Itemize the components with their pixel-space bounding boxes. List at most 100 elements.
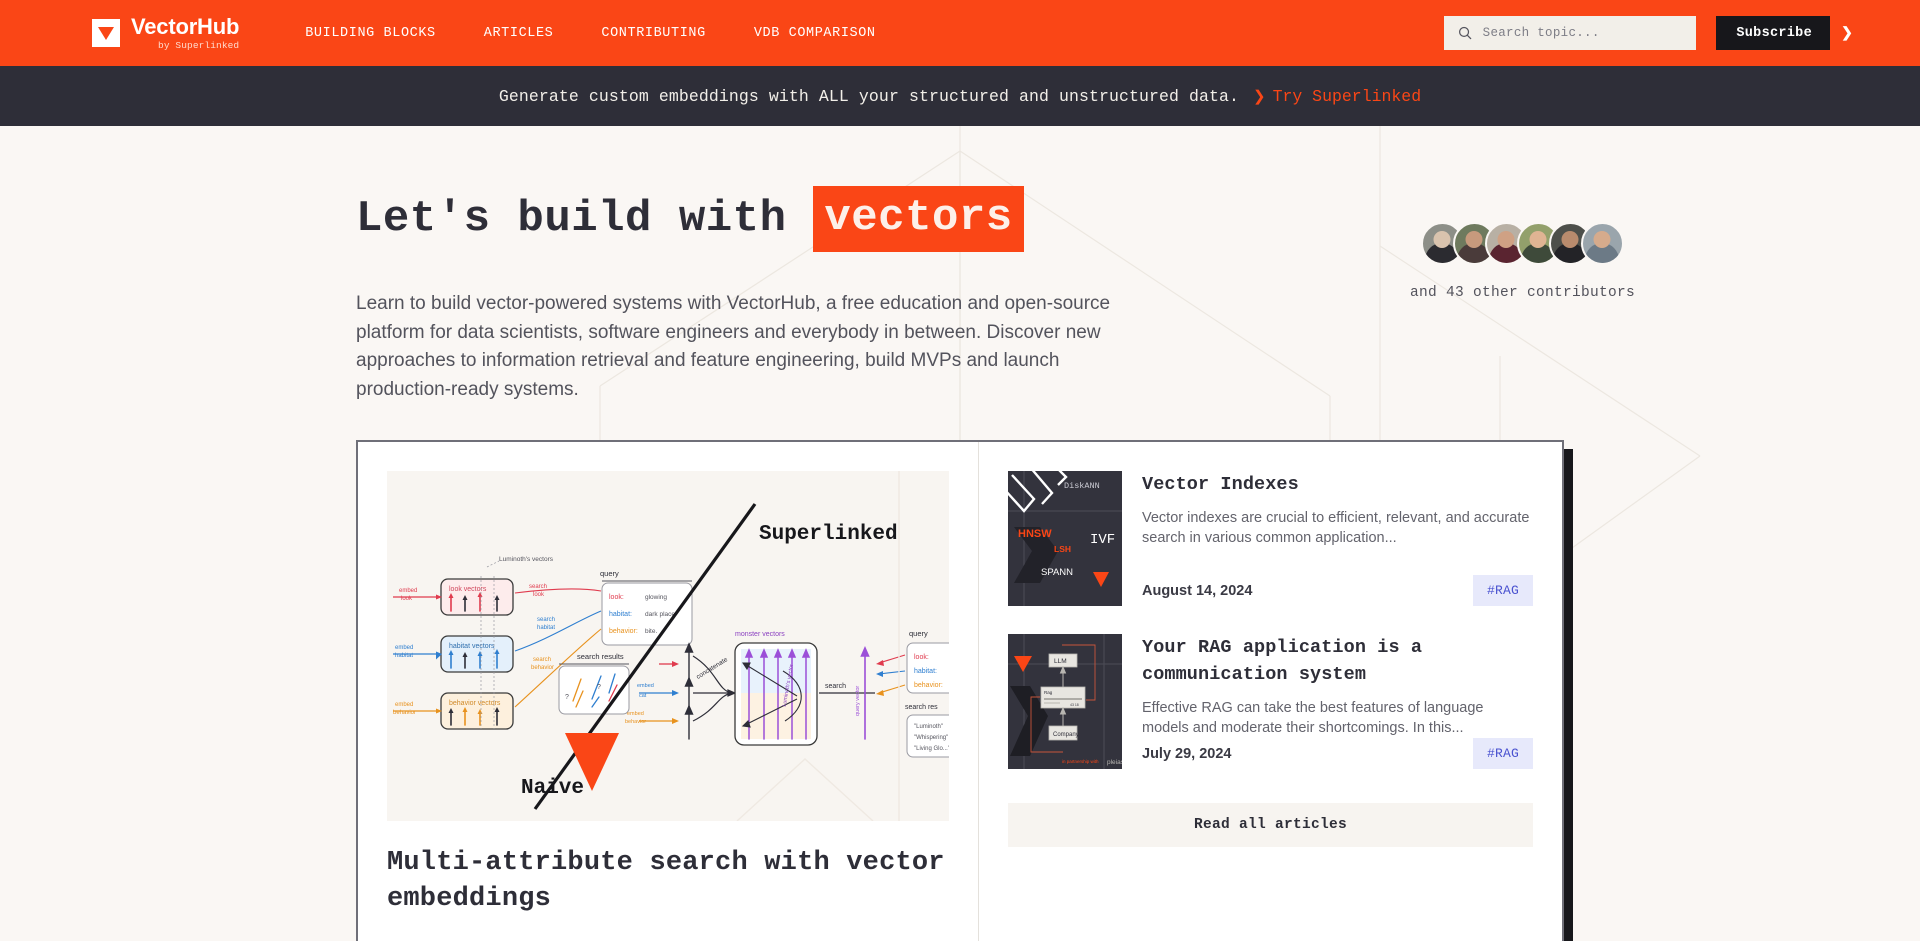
svg-text:embed: embed — [627, 711, 644, 717]
svg-text:Luminoth's vectors: Luminoth's vectors — [499, 556, 554, 563]
svg-text:Superlinked: Superlinked — [759, 523, 898, 546]
hero-title-prefix: Let's build with — [356, 194, 814, 244]
svg-text:glowing: glowing — [645, 594, 667, 601]
article-date: July 29, 2024 — [1142, 745, 1232, 762]
svg-text:Company: Company — [1053, 732, 1079, 738]
svg-text:IVF: IVF — [1090, 532, 1115, 548]
svg-text:?: ? — [597, 684, 601, 691]
svg-text:embed: embed — [399, 588, 417, 594]
svg-text:behavior vectors: behavior vectors — [449, 700, 501, 707]
logo-title: VectorHub — [131, 13, 240, 39]
subscribe-button[interactable]: Subscribe ❯ — [1716, 16, 1864, 50]
svg-text:pleias: pleias — [1107, 759, 1122, 766]
nav-item-building-blocks[interactable]: BUILDING BLOCKS — [305, 26, 436, 41]
contributors-block: and 43 other contributors — [1410, 186, 1635, 404]
svg-text:embed: embed — [395, 645, 413, 651]
svg-text:behavior: behavior — [625, 719, 646, 725]
svg-text:query vector: query vector — [855, 686, 861, 716]
chevron-right-icon: ❯ — [1253, 88, 1266, 106]
svg-text:DiskANN: DiskANN — [1064, 481, 1100, 491]
contributor-avatars — [1420, 222, 1624, 265]
svg-text:Rag: Rag — [1044, 690, 1053, 695]
svg-text:query: query — [909, 629, 928, 638]
avatar[interactable] — [1580, 222, 1624, 265]
article-list: DiskANN HNSW LSH IVF SPANN Vector Indexe… — [978, 442, 1562, 941]
svg-text:look: look — [533, 592, 545, 598]
main-navigation: BUILDING BLOCKS ARTICLES CONTRIBUTING VD… — [305, 26, 875, 41]
svg-text:embed: embed — [395, 702, 413, 708]
hero-section: Let's build with vectors Learn to build … — [0, 126, 1920, 404]
read-all-articles-label: Read all articles — [1193, 817, 1348, 833]
read-all-articles-button[interactable]: Read all articles — [1008, 803, 1533, 847]
article-title[interactable]: Vector Indexes — [1142, 471, 1533, 498]
logo[interactable]: VectorHub by Superlinked — [92, 13, 240, 51]
svg-text:behavior: behavior — [531, 665, 554, 671]
svg-text:"Whispering": "Whispering" — [914, 735, 948, 741]
svg-text:habitat vectors: habitat vectors — [449, 643, 495, 650]
svg-text:"Luminoth": "Luminoth" — [914, 724, 943, 730]
search-input[interactable] — [1482, 26, 1683, 40]
svg-text:behavior:: behavior: — [609, 628, 638, 635]
page-body: Let's build with vectors Learn to build … — [0, 126, 1920, 941]
articles-card: look vectors habitat vectors behavior ve… — [356, 440, 1564, 941]
svg-text:look:: look: — [609, 594, 624, 601]
article-title[interactable]: Your RAG application is a communication … — [1142, 634, 1533, 688]
hero-title-highlight: vectors — [813, 186, 1024, 252]
search-box[interactable] — [1444, 16, 1697, 50]
svg-text:SPANN: SPANN — [1041, 567, 1073, 578]
svg-text:embed: embed — [637, 683, 654, 689]
svg-text:look:: look: — [914, 654, 929, 661]
hero-paragraph: Learn to build vector-powered systems wi… — [356, 293, 1111, 400]
chevron-right-icon: ❯ — [1830, 16, 1864, 50]
promo-banner-cta-label: Try Superlinked — [1272, 86, 1422, 106]
svg-text:habitat: habitat — [395, 653, 413, 659]
articles-card-wrapper: look vectors habitat vectors behavior ve… — [356, 440, 1573, 941]
contributors-count-label: and 43 other contributors — [1409, 285, 1635, 301]
article-thumbnail: DiskANN HNSW LSH IVF SPANN — [1008, 471, 1122, 606]
svg-text:monster vectors: monster vectors — [735, 631, 785, 638]
article-tag[interactable]: #RAG — [1472, 575, 1533, 606]
article-excerpt: Vector indexes are crucial to efficient,… — [1142, 510, 1530, 546]
nav-item-vdb-comparison[interactable]: VDB COMPARISON — [754, 26, 876, 41]
svg-text:habitat: habitat — [537, 625, 555, 631]
list-item[interactable]: DiskANN HNSW LSH IVF SPANN Vector Indexe… — [1008, 471, 1533, 606]
svg-text:43 18: 43 18 — [1070, 703, 1079, 707]
featured-article-title[interactable]: Multi-attribute search with vector embed… — [387, 845, 949, 917]
svg-text:in partnership with: in partnership with — [1062, 759, 1099, 764]
list-item[interactable]: LLM Rag 43 18 Company in partnership wit… — [1008, 634, 1533, 769]
site-header: VectorHub by Superlinked BUILDING BLOCKS… — [0, 0, 1920, 66]
svg-text:cat: cat — [639, 693, 647, 699]
svg-text:search res: search res — [905, 704, 938, 711]
svg-text:"Living Glo...": "Living Glo..." — [914, 746, 949, 752]
promo-banner-text: Generate custom embeddings with ALL your… — [498, 86, 1239, 106]
subscribe-label: Subscribe — [1736, 25, 1812, 41]
featured-article-image: look vectors habitat vectors behavior ve… — [387, 471, 949, 821]
article-excerpt: Effective RAG can take the best features… — [1142, 700, 1484, 736]
svg-text:HNSW: HNSW — [1018, 528, 1052, 540]
svg-text:?: ? — [565, 694, 569, 701]
svg-text:Naive: Naive — [521, 777, 584, 800]
nav-item-contributing[interactable]: CONTRIBUTING — [601, 26, 705, 41]
svg-text:look: look — [401, 596, 413, 602]
page-title: Let's build with vectors — [356, 186, 1176, 252]
logo-subtitle: by Superlinked — [158, 39, 240, 51]
svg-text:query: query — [600, 569, 619, 578]
featured-article[interactable]: look vectors habitat vectors behavior ve… — [358, 442, 978, 941]
svg-text:dark place: dark place — [645, 611, 675, 618]
svg-text:LLM: LLM — [1054, 658, 1067, 665]
svg-text:search: search — [537, 617, 555, 623]
article-thumbnail: LLM Rag 43 18 Company in partnership wit… — [1008, 634, 1122, 769]
article-tag[interactable]: #RAG — [1472, 738, 1533, 769]
search-icon — [1459, 26, 1472, 40]
nav-item-articles[interactable]: ARTICLES — [484, 26, 554, 41]
svg-text:search: search — [533, 657, 551, 663]
svg-text:search results: search results — [577, 652, 624, 661]
svg-text:search: search — [825, 683, 846, 690]
promo-banner-cta[interactable]: ❯ Try Superlinked — [1253, 87, 1421, 106]
logo-triangle-icon — [92, 19, 120, 47]
promo-banner[interactable]: Generate custom embeddings with ALL your… — [0, 66, 1920, 126]
article-date: August 14, 2024 — [1142, 582, 1253, 599]
svg-text:behavior: behavior — [393, 710, 416, 716]
svg-text:search: search — [529, 584, 547, 590]
svg-text:LSH: LSH — [1054, 544, 1071, 554]
